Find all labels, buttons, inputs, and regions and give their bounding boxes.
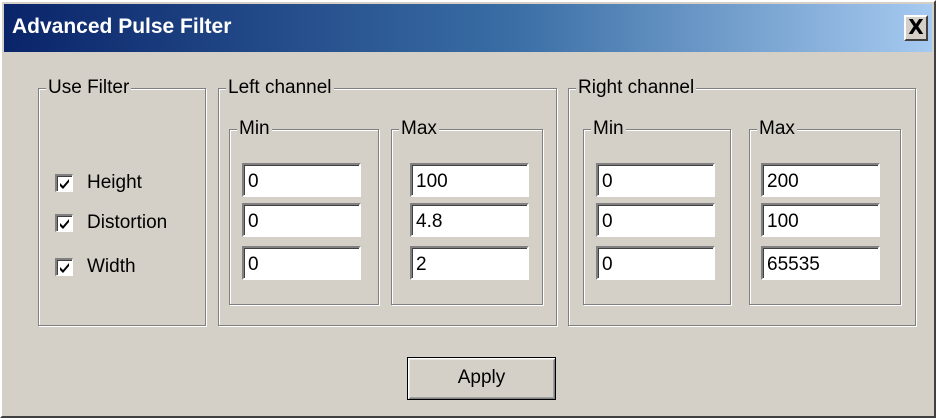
left-max-height-input[interactable] [410,163,529,197]
window-title: Advanced Pulse Filter [12,15,232,38]
use-filter-legend: Use Filter [46,76,132,100]
right-min-distortion-input[interactable] [596,203,715,237]
right-min-width-input[interactable] [596,246,715,280]
right-min-height-input[interactable] [596,163,715,197]
use-filter-group: Use Filter Height Distortion Width [38,76,206,326]
title-bar[interactable]: Advanced Pulse Filter X [4,4,932,52]
distortion-checkbox-box[interactable] [55,214,73,232]
left-max-width-input[interactable] [410,246,529,280]
width-checkbox-box[interactable] [55,258,73,276]
distortion-checkbox-label: Distortion [87,212,168,233]
checkmark-icon [60,263,69,273]
left-max-distortion-input[interactable] [410,203,529,237]
close-button[interactable]: X [904,15,928,41]
right-max-legend: Max [757,117,797,141]
left-min-width-input[interactable] [242,246,361,280]
height-checkbox[interactable]: Height [55,169,142,197]
left-max-legend: Max [399,117,439,141]
height-checkbox-box[interactable] [55,174,73,192]
left-min-legend: Min [237,117,272,141]
right-max-distortion-input[interactable] [761,203,880,237]
right-min-legend: Min [591,117,626,141]
close-icon: X [908,15,924,39]
left-min-distortion-input[interactable] [242,203,361,237]
apply-button[interactable]: Apply [407,357,556,400]
width-checkbox[interactable]: Width [55,253,136,281]
left-min-height-input[interactable] [242,163,361,197]
distortion-checkbox[interactable]: Distortion [55,209,167,237]
right-max-height-input[interactable] [761,163,880,197]
width-checkbox-label: Width [87,256,136,277]
right-channel-legend: Right channel [576,76,697,100]
checkmark-icon [60,179,69,189]
checkmark-icon [60,219,69,229]
dialog-window: Advanced Pulse Filter X Use Filter Heigh… [0,0,936,418]
height-checkbox-label: Height [87,172,142,193]
left-channel-legend: Left channel [226,76,334,100]
right-max-width-input[interactable] [761,246,880,280]
